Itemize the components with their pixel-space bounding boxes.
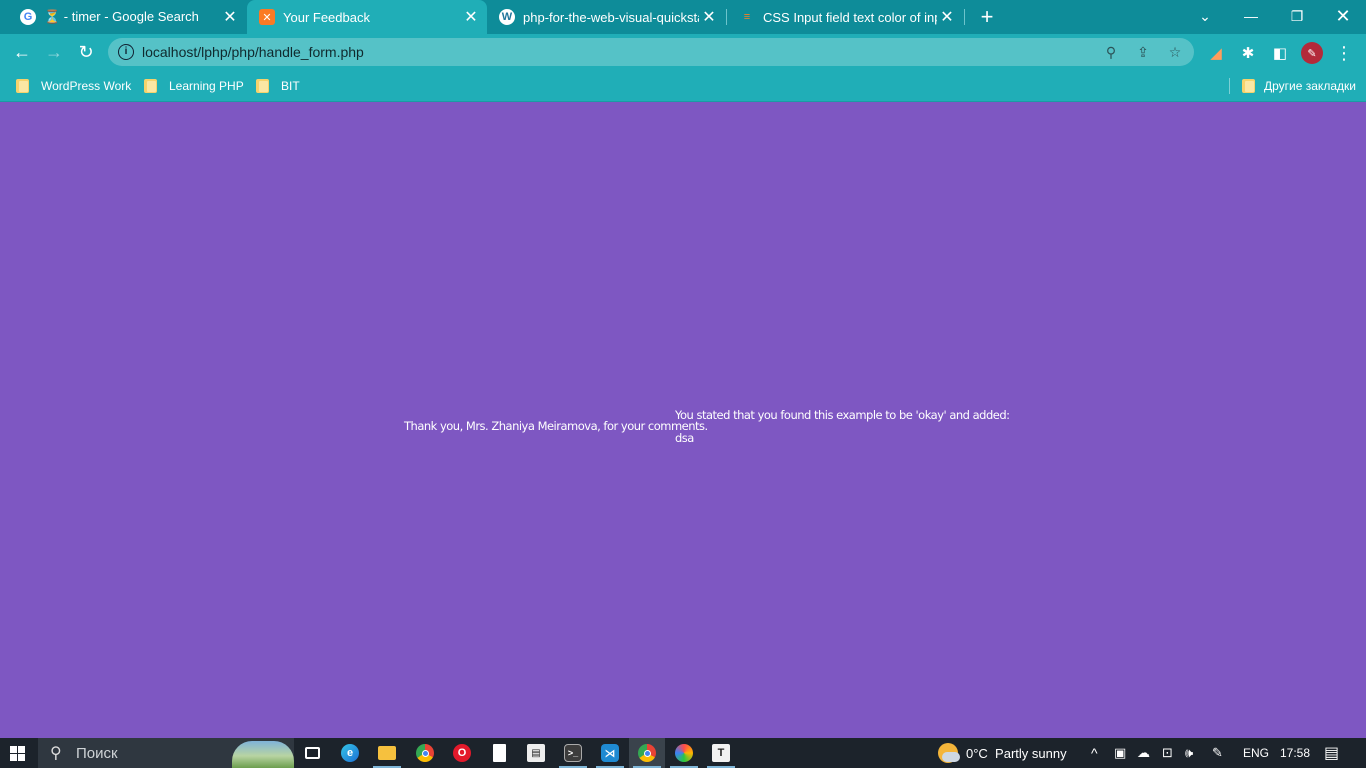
terminal-icon: >_ [564,744,582,762]
taskbar-file-explorer[interactable] [369,738,405,768]
pen-workspace-icon[interactable]: ✎ [1212,738,1223,768]
extension-megaphone-icon[interactable]: ◢ [1205,42,1227,64]
close-icon[interactable]: ✕ [461,7,481,27]
close-icon[interactable]: ✕ [220,7,240,27]
weather-widget[interactable]: 0°C Partly sunny [938,738,1067,768]
task-view-button[interactable] [294,738,330,768]
volume-icon[interactable]: 🕪 [1185,738,1193,768]
close-icon[interactable]: ✕ [699,7,719,27]
tab-php-quickstart[interactable]: W php-for-the-web-visual-quickstart ✕ [487,0,725,34]
bookmark-label: Другие закладки [1264,79,1356,93]
menu-kebab-icon[interactable]: ⋮ [1333,42,1355,64]
bookmark-label: WordPress Work [41,79,132,93]
folder-icon [16,79,29,93]
share-icon[interactable]: ⇪ [1133,42,1153,62]
site-info-icon[interactable]: i [118,44,134,60]
network-icon[interactable]: ⊡ [1162,738,1173,768]
clock[interactable]: 17:58 [1280,738,1310,768]
xampp-icon: ✕ [259,9,275,25]
tab-css-input[interactable]: ≡ CSS Input field text color of input ✕ [727,0,963,34]
google-icon: G [20,9,36,25]
taskbar-chrome-active[interactable] [629,738,665,768]
show-hidden-icons-button[interactable]: ^ [1091,738,1098,768]
vscode-icon: ⋊ [601,744,619,762]
address-bar[interactable]: i localhost/lphp/php/handle_form.php ⚲ ⇪… [108,38,1194,66]
taskbar-typora[interactable]: T [703,738,739,768]
windows-taskbar: ⚲ Поиск e O ▤ >_ ⋊ T 0°C Partly sunny ^ … [0,738,1366,768]
task-view-icon [304,747,320,759]
new-tab-button[interactable]: + [975,4,999,29]
restore-button[interactable]: ❐ [1274,0,1320,32]
app-logo-icon [675,744,693,762]
taskbar-chrome[interactable] [407,738,443,768]
search-highlight-image [232,741,294,768]
bookmark-separator [1229,78,1230,94]
tab-search-button[interactable]: ⌄ [1182,0,1228,32]
language-indicator[interactable]: ENG [1243,738,1269,768]
bookmark-label: BIT [281,79,300,93]
folder-icon [144,79,157,93]
tab-your-feedback[interactable]: ✕ Your Feedback ✕ [247,0,487,34]
extensions-puzzle-icon[interactable]: ✱ [1237,42,1259,64]
taskbar-media-app[interactable]: ▤ [518,738,554,768]
search-icon: ⚲ [50,745,62,762]
thank-you-message: Thank you, Mrs. Zhaniya Meiramova, for y… [404,419,708,433]
partly-sunny-icon [938,743,960,763]
bookmark-folder-learning-php[interactable]: Learning PHP [144,76,244,96]
url-text[interactable]: localhost/lphp/php/handle_form.php [142,44,364,60]
bookmark-star-icon[interactable]: ☆ [1165,42,1185,62]
bookmark-folder-other[interactable]: Другие закладки [1242,76,1356,96]
folder-icon [256,79,269,93]
profile-avatar[interactable]: ✎ [1301,42,1323,64]
back-button[interactable]: ← [9,39,35,65]
edge-icon: e [341,744,359,762]
bookmark-folder-bit[interactable]: BIT [256,76,300,96]
forward-button[interactable]: → [41,39,67,65]
taskbar-app-colorful[interactable] [666,738,702,768]
tab-title: php-for-the-web-visual-quickstart [523,9,699,25]
browser-toolbar: ← → ↻ i localhost/lphp/php/handle_form.p… [0,34,1366,70]
close-icon[interactable]: ✕ [937,7,957,27]
feedback-statement: You stated that you found this example t… [675,408,1010,422]
taskbar-terminal[interactable]: >_ [555,738,591,768]
chrome-icon [638,744,656,762]
weather-text: 0°C Partly sunny [966,745,1067,761]
typora-icon: T [712,744,730,762]
bookmarks-bar: WordPress Work Learning PHP BIT Другие з… [0,70,1366,102]
taskbar-notepad[interactable] [481,738,517,768]
chrome-icon [416,744,434,762]
camera-tray-icon[interactable]: ▣ [1114,738,1126,768]
windows-start-button[interactable] [10,746,25,761]
cloud-sync-error-icon[interactable]: ☁ [1137,738,1150,768]
taskbar-edge[interactable]: e [332,738,368,768]
folder-icon [1242,79,1255,93]
tab-title: ⏳ - timer - Google Search [44,9,199,24]
folder-icon [378,746,396,760]
search-placeholder: Поиск [76,745,118,762]
comment-text: dsa [675,431,694,445]
close-window-button[interactable]: ✕ [1320,0,1366,32]
tab-separator [964,9,965,25]
taskbar-search[interactable]: ⚲ Поиск [38,738,294,768]
wordpress-icon: W [499,9,515,25]
reload-button[interactable]: ↻ [73,39,99,65]
taskbar-vscode[interactable]: ⋊ [592,738,628,768]
minimize-button[interactable]: — [1228,0,1274,32]
bookmark-folder-wordpress-work[interactable]: WordPress Work [16,76,131,96]
tab-strip: G ⏳ - timer - Google Search ✕ ✕ Your Fee… [0,0,1366,34]
bookmark-label: Learning PHP [169,79,244,93]
opera-icon: O [453,744,471,762]
tab-title: CSS Input field text color of input [763,9,937,25]
document-icon [492,744,506,762]
tab-google-search[interactable]: G ⏳ - timer - Google Search ✕ [8,0,246,34]
notifications-icon[interactable]: ▤ [1324,738,1339,768]
taskbar-opera[interactable]: O [444,738,480,768]
tab-title: Your Feedback [283,9,370,25]
zoom-icon[interactable]: ⚲ [1101,42,1121,62]
stackoverflow-icon: ≡ [743,11,751,23]
clapper-icon: ▤ [527,744,545,762]
side-panel-icon[interactable]: ◧ [1269,42,1291,64]
